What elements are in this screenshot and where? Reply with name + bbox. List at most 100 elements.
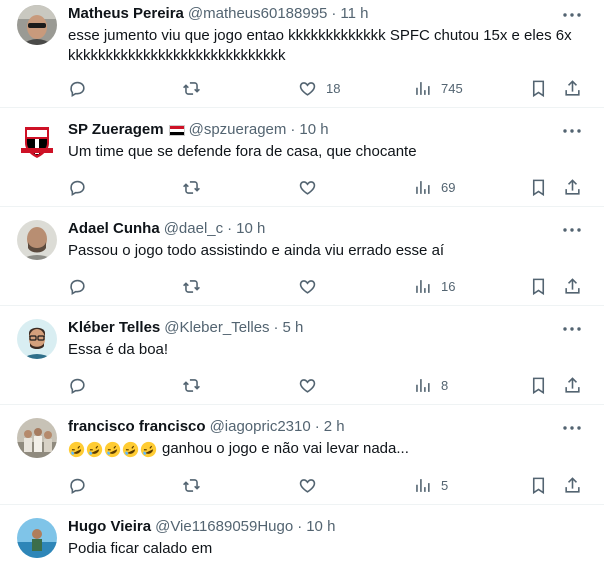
avatar[interactable]	[17, 418, 57, 458]
like-icon	[299, 279, 316, 294]
avatar[interactable]	[17, 319, 57, 359]
views-button[interactable]: 69	[413, 176, 455, 198]
views-button[interactable]: 16	[413, 275, 455, 297]
separator: ·	[314, 418, 320, 435]
view-count: 745	[441, 80, 463, 96]
reply-icon	[70, 81, 85, 97]
repost-icon	[183, 81, 200, 95]
like-button[interactable]	[298, 176, 317, 198]
like-button[interactable]	[298, 374, 317, 396]
tweet-text: Passou o jogo todo assistindo e ainda vi…	[68, 242, 445, 259]
rofl-emoji-icon	[86, 441, 103, 457]
rofl-emoji-icon	[140, 441, 157, 457]
like-count: 18	[326, 80, 341, 96]
action-bar: 69	[68, 176, 588, 198]
more-icon[interactable]	[560, 6, 584, 24]
views-icon	[416, 180, 430, 194]
tweet[interactable]: Hugo Vieira @Vie11689059Hugo · 10 h Podi…	[0, 505, 604, 565]
share-icon	[565, 178, 580, 195]
author-name[interactable]: Adael Cunha	[68, 219, 160, 239]
more-icon[interactable]	[560, 320, 584, 338]
like-button[interactable]	[298, 275, 317, 297]
author-handle[interactable]: @iagopric2310	[210, 417, 311, 437]
reply-button[interactable]	[68, 275, 87, 297]
timestamp[interactable]: 2 h	[324, 417, 345, 437]
share-button[interactable]	[563, 474, 582, 496]
bookmark-button[interactable]	[529, 176, 548, 198]
reply-button[interactable]	[68, 374, 87, 396]
bookmark-button[interactable]	[529, 275, 548, 297]
author-name[interactable]: francisco francisco	[68, 417, 206, 437]
bookmark-button[interactable]	[529, 77, 548, 99]
bookmark-button[interactable]	[529, 474, 548, 496]
avatar[interactable]	[17, 5, 57, 45]
author-handle[interactable]: @dael_c	[164, 219, 223, 239]
more-icon[interactable]	[560, 419, 584, 437]
timestamp[interactable]: 10 h	[299, 120, 328, 140]
flag-icon	[168, 124, 185, 136]
repost-button[interactable]	[182, 374, 201, 396]
timestamp[interactable]: 10 h	[306, 517, 335, 537]
share-button[interactable]	[563, 77, 582, 99]
action-bar: 18 745	[68, 77, 588, 99]
tweet[interactable]: Adael Cunha @dael_c · 10 h Passou o jogo…	[0, 207, 604, 306]
tweet[interactable]: francisco francisco @iagopric2310 · 2 h …	[0, 405, 604, 505]
repost-icon	[183, 378, 200, 392]
author-name[interactable]: Kléber Telles	[68, 318, 160, 338]
view-count: 5	[441, 477, 449, 493]
views-icon	[416, 81, 430, 95]
reply-button[interactable]	[68, 176, 87, 198]
bookmark-button[interactable]	[529, 374, 548, 396]
like-icon	[299, 478, 316, 493]
tweet[interactable]: Kléber Telles @Kleber_Telles · 5 h Essa …	[0, 306, 604, 405]
views-button[interactable]: 5	[413, 474, 448, 496]
author-name[interactable]: Matheus Pereira	[68, 4, 184, 24]
share-button[interactable]	[563, 275, 582, 297]
tweet-text: ganhou o jogo e não vai levar nada...	[68, 439, 588, 459]
more-icon[interactable]	[560, 122, 584, 140]
repost-icon	[183, 478, 200, 492]
timestamp[interactable]: 11 h	[340, 4, 368, 24]
repost-button[interactable]	[182, 176, 201, 198]
more-icon[interactable]	[560, 221, 584, 239]
like-button[interactable]: 18	[298, 77, 340, 99]
separator: ·	[227, 220, 233, 237]
author-name[interactable]: Hugo Vieira	[68, 517, 151, 537]
bookmark-icon	[532, 477, 545, 494]
share-button[interactable]	[563, 374, 582, 396]
tweet[interactable]: SP Zueragem @spzueragem · 10 h Um time q…	[0, 108, 604, 207]
author-handle[interactable]: @spzueragem	[189, 120, 287, 140]
like-icon	[299, 81, 316, 96]
rofl-emoji-row	[68, 441, 158, 458]
repost-button[interactable]	[182, 474, 201, 496]
author-handle[interactable]: @matheus60188995	[188, 4, 328, 24]
bookmark-icon	[532, 179, 545, 196]
tweet-text: Essa é da boa!	[68, 341, 169, 358]
rofl-emoji-icon	[122, 441, 139, 457]
share-button[interactable]	[563, 176, 582, 198]
views-button[interactable]: 8	[413, 374, 448, 396]
share-icon	[565, 277, 580, 294]
tweet-timeline: Matheus Pereira @matheus60188995 · 11 h …	[0, 0, 604, 565]
reply-icon	[70, 378, 85, 394]
author-handle[interactable]: @Vie11689059Hugo	[155, 517, 293, 537]
reply-button[interactable]	[68, 474, 87, 496]
timestamp[interactable]: 5 h	[283, 318, 304, 338]
repost-button[interactable]	[182, 275, 201, 297]
separator: ·	[290, 121, 296, 138]
rofl-emoji-icon	[68, 441, 85, 457]
timestamp[interactable]: 10 h	[236, 219, 265, 239]
like-button[interactable]	[298, 474, 317, 496]
repost-button[interactable]	[182, 77, 201, 99]
avatar[interactable]	[17, 121, 57, 161]
bookmark-icon	[532, 80, 545, 97]
avatar[interactable]	[17, 518, 57, 558]
author-name[interactable]: SP Zueragem	[68, 120, 164, 140]
tweet[interactable]: Matheus Pereira @matheus60188995 · 11 h …	[0, 0, 604, 108]
reply-button[interactable]	[68, 77, 87, 99]
tweet-text: esse jumento viu que jogo entao kkkkkkkk…	[68, 27, 576, 64]
avatar[interactable]	[17, 220, 57, 260]
author-handle[interactable]: @Kleber_Telles	[164, 318, 269, 338]
view-count: 8	[441, 377, 449, 393]
views-button[interactable]: 745	[413, 77, 463, 99]
